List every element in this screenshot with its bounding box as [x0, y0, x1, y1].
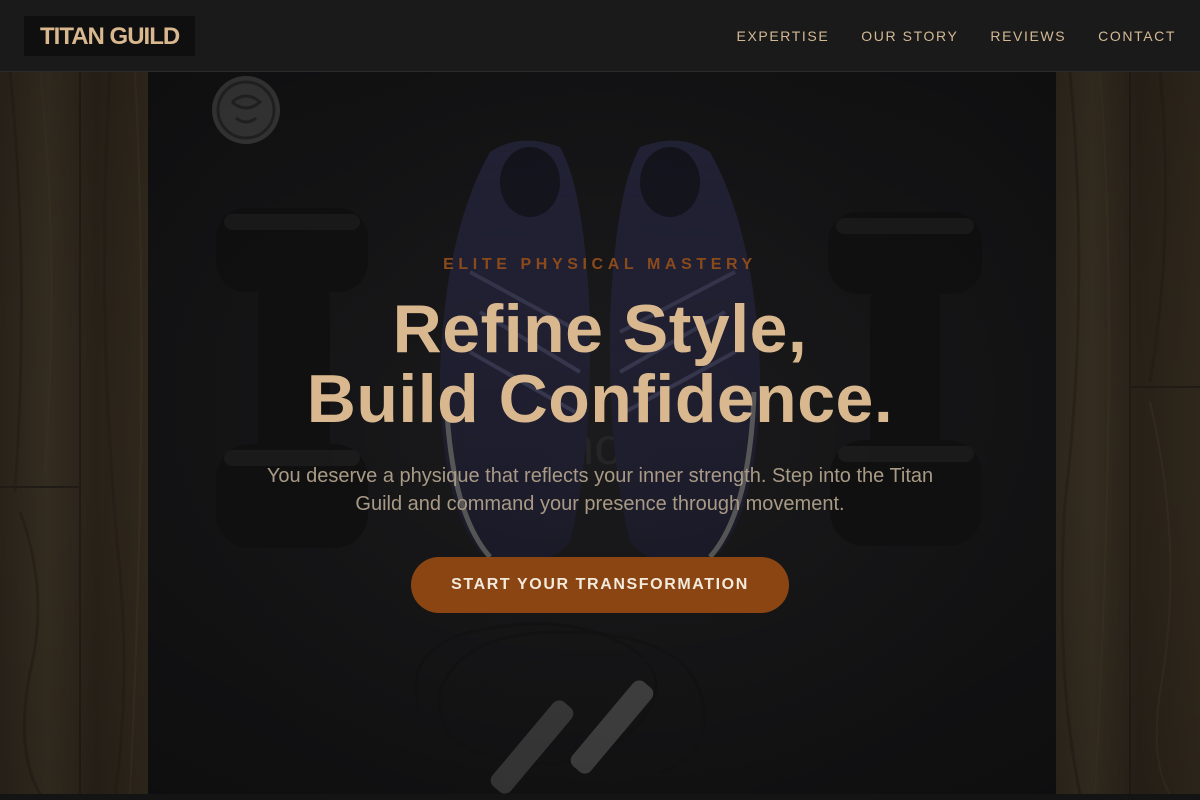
hero-eyebrow: ELITE PHYSICAL MASTERY — [443, 256, 757, 273]
hero-content: ELITE PHYSICAL MASTERY Refine Style, Bui… — [0, 72, 1200, 794]
hero-headline-line-1: Refine Style, — [392, 291, 808, 367]
nav-links: EXPERTISE OUR STORY REVIEWS CONTACT — [737, 28, 1176, 44]
hero-section: macho love — [0, 72, 1200, 794]
top-navbar: TITAN GUILD EXPERTISE OUR STORY REVIEWS … — [0, 0, 1200, 72]
hero-headline-line-2: Build Confidence. — [306, 361, 894, 437]
hero-subtitle: You deserve a physique that reflects you… — [266, 465, 934, 515]
nav-link-contact[interactable]: CONTACT — [1098, 28, 1176, 44]
nav-link-reviews[interactable]: REVIEWS — [990, 28, 1066, 44]
section-divider — [0, 794, 1200, 800]
nav-link-expertise[interactable]: EXPERTISE — [737, 28, 830, 44]
start-transformation-button[interactable]: START YOUR TRANSFORMATION — [411, 557, 789, 613]
hero-headline: Refine Style, Build Confidence. — [0, 294, 1200, 434]
brand-logo[interactable]: TITAN GUILD — [24, 15, 196, 56]
nav-link-our-story[interactable]: OUR STORY — [861, 28, 958, 44]
